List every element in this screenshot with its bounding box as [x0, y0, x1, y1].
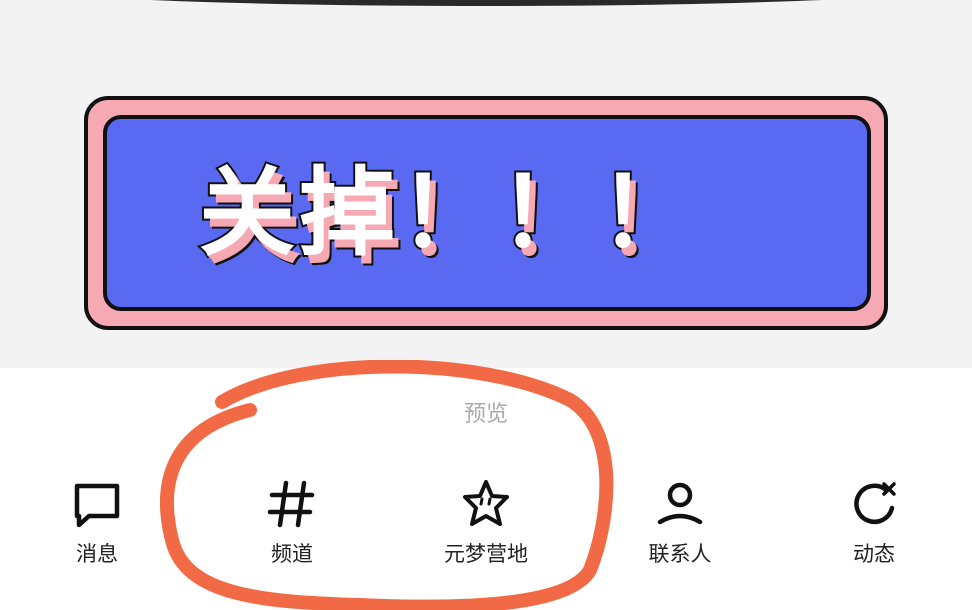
banner: 关掉！！！ [103, 115, 871, 311]
chat-bubble-icon [74, 483, 120, 528]
tab-camp[interactable]: 元梦营地 [406, 470, 566, 580]
tab-label-camp: 元梦营地 [444, 542, 528, 566]
tab-messages[interactable]: 消息 [17, 470, 177, 580]
tab-label-moments: 动态 [853, 542, 895, 566]
tab-channels[interactable]: 频道 [212, 470, 372, 580]
bottom-tab-bar: 消息 频道 元梦营地 联系人 动态 [0, 470, 972, 580]
person-icon [657, 482, 703, 525]
star-face-icon [463, 480, 509, 526]
tab-label-channels: 频道 [271, 542, 313, 566]
refresh-star-icon [854, 482, 896, 525]
hash-icon [267, 480, 315, 528]
tab-contacts[interactable]: 联系人 [600, 470, 760, 580]
tab-label-contacts: 联系人 [648, 542, 712, 566]
tab-label-messages: 消息 [76, 542, 118, 566]
top-edge-shape [0, 0, 972, 6]
banner-text: 关掉！！！ [197, 157, 699, 269]
tab-moments[interactable]: 动态 [794, 470, 954, 580]
preview-label: 预览 [463, 402, 508, 427]
